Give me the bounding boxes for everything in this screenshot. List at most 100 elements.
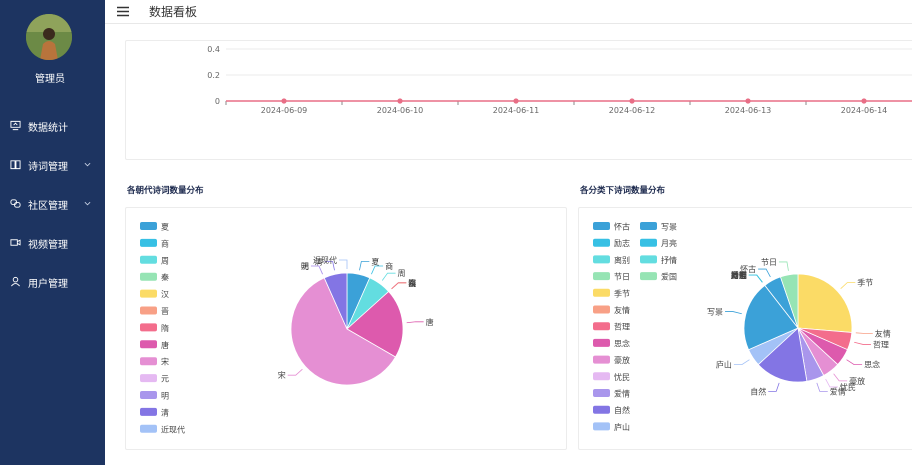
legend-label[interactable]: 写景	[661, 223, 677, 232]
legend-swatch[interactable]	[593, 255, 610, 264]
legend-label[interactable]: 爱情	[614, 389, 630, 399]
legend-label[interactable]: 夏	[161, 223, 169, 232]
legend-swatch[interactable]	[140, 306, 157, 315]
slice-label: 写景	[707, 308, 723, 317]
legend-swatch[interactable]	[593, 238, 610, 247]
trend-chart-panel: 0.4 0.2 0 2024-06-09 2024-06-10 2024-06-11 202…	[125, 40, 912, 160]
dynasty-chart-panel: 夏商周秦汉晋隋唐宋元明清近现代夏商周秦汉晋隋唐宋元明清近现代	[125, 207, 567, 450]
legend-swatch[interactable]	[140, 374, 157, 383]
legend-swatch[interactable]	[593, 389, 610, 397]
sidebar-item-user-management[interactable]: 用户管理	[0, 271, 105, 293]
legend-label[interactable]: 隋	[161, 323, 169, 333]
slice-label: 庐山	[716, 360, 732, 370]
data-point[interactable]	[513, 98, 519, 104]
legend-swatch[interactable]	[593, 272, 610, 281]
legend-label[interactable]: 晋	[161, 307, 169, 316]
legend-swatch[interactable]	[140, 407, 157, 416]
legend-label[interactable]: 自然	[614, 405, 630, 415]
legend-label[interactable]: 清	[161, 407, 169, 417]
legend-swatch[interactable]	[640, 222, 657, 230]
user-name: 管理员	[35, 74, 65, 85]
legend-swatch[interactable]	[140, 289, 157, 298]
legend-swatch[interactable]	[140, 424, 157, 433]
legend-swatch[interactable]	[140, 357, 157, 366]
category-pie-chart: 季节友情哲理思念豪放忧民爱情自然庐山写景月亮抒情爱国离别励志怀古节日怀古 写景励志…	[593, 222, 891, 432]
legend-label[interactable]: 季节	[614, 288, 630, 298]
legend-label[interactable]: 近现代	[161, 424, 185, 434]
legend-swatch[interactable]	[593, 338, 610, 347]
legend-swatch[interactable]	[140, 238, 157, 247]
label-leader-line	[748, 274, 763, 283]
legend-swatch[interactable]	[140, 391, 157, 399]
legend-swatch[interactable]	[640, 272, 657, 281]
legend-label[interactable]: 庐山	[614, 422, 630, 432]
label-leader-line	[825, 378, 838, 388]
label-leader-line	[748, 274, 763, 283]
legend-label[interactable]: 秦	[161, 272, 169, 282]
legend-label[interactable]: 周	[161, 256, 169, 265]
slice-label: 明	[301, 262, 309, 271]
data-point[interactable]	[397, 98, 403, 104]
data-point[interactable]	[745, 98, 751, 104]
legend-label[interactable]: 友情	[614, 305, 630, 315]
legend-swatch[interactable]	[640, 255, 657, 264]
label-leader-line	[310, 265, 323, 275]
legend-swatch[interactable]	[593, 422, 610, 431]
legend-label[interactable]: 商	[161, 238, 169, 248]
sidebar-item-poem-management[interactable]: 诗词管理	[0, 154, 105, 176]
x-tick-label: 2024-06-10	[377, 106, 424, 115]
menu-icon[interactable]	[117, 6, 129, 17]
label-leader-line	[391, 282, 407, 290]
data-point[interactable]	[861, 98, 867, 104]
legend-swatch[interactable]	[593, 405, 610, 414]
legend-label[interactable]: 豪放	[614, 355, 630, 365]
label-leader-line	[854, 341, 871, 345]
legend-label[interactable]: 忧民	[614, 372, 630, 382]
legend-label[interactable]: 元	[161, 375, 169, 384]
slice-label: 夏	[371, 258, 379, 267]
legend-label[interactable]: 爱国	[661, 273, 677, 282]
legend-swatch[interactable]	[593, 288, 610, 297]
pie-slice[interactable]	[797, 273, 853, 333]
sidebar-item-video-management[interactable]: 视频管理	[0, 232, 105, 254]
label-leader-line	[406, 321, 424, 324]
legend-swatch[interactable]	[593, 222, 610, 230]
legend-label[interactable]: 怀古	[614, 222, 630, 232]
y-tick-label: 0	[215, 97, 220, 106]
legend-label[interactable]: 励志	[614, 238, 630, 248]
data-point[interactable]	[629, 98, 635, 104]
category-chart-panel: 季节 友情 哲理 思念 豪放 忧民 爱情 自然 庐山 写景 月亮 抒情 爱国 离别 励志 怀古 节日 怀古 写景 励志…	[578, 207, 912, 450]
legend-swatch[interactable]	[593, 305, 610, 314]
legend-label[interactable]: 宋	[161, 357, 169, 367]
label-leader-line	[733, 359, 750, 366]
legend-label[interactable]: 汉	[161, 290, 169, 299]
legend-label[interactable]: 明	[161, 392, 169, 401]
sidebar-item-statistics[interactable]: 数据统计	[0, 115, 105, 137]
legend-swatch[interactable]	[593, 372, 610, 381]
legend-swatch[interactable]	[640, 238, 657, 247]
avatar[interactable]	[26, 14, 72, 60]
sidebar: 管理员 数据统计 诗词管理 社区管理 视频管理 用户管理	[0, 0, 105, 465]
data-point[interactable]	[281, 98, 287, 104]
label-leader-line	[287, 368, 303, 376]
legend-label[interactable]: 唐	[161, 340, 169, 350]
legend-label[interactable]: 节日	[614, 273, 630, 282]
legend-swatch[interactable]	[593, 355, 610, 364]
legend-swatch[interactable]	[140, 255, 157, 264]
label-leader-line	[748, 274, 763, 283]
legend-label[interactable]: 思念	[614, 338, 630, 348]
legend-label[interactable]: 抒情	[661, 255, 677, 265]
label-leader-line	[758, 268, 771, 278]
legend-swatch[interactable]	[140, 272, 157, 281]
legend-label[interactable]: 离别	[614, 255, 630, 265]
legend-swatch[interactable]	[140, 323, 157, 332]
legend-swatch[interactable]	[140, 222, 157, 230]
sidebar-item-community-management[interactable]: 社区管理	[0, 193, 105, 215]
dynasty-pie-chart: 夏商周秦汉晋隋唐宋元明 清近现代夏商周秦汉晋隋唐宋元明清近现代	[140, 222, 434, 434]
sidebar-item-label: 视频管理	[28, 240, 68, 251]
legend-label[interactable]: 月亮	[661, 238, 677, 248]
legend-label[interactable]: 哲理	[614, 323, 630, 332]
legend-swatch[interactable]	[593, 322, 610, 331]
legend-swatch[interactable]	[140, 340, 157, 349]
video-icon	[10, 239, 21, 246]
